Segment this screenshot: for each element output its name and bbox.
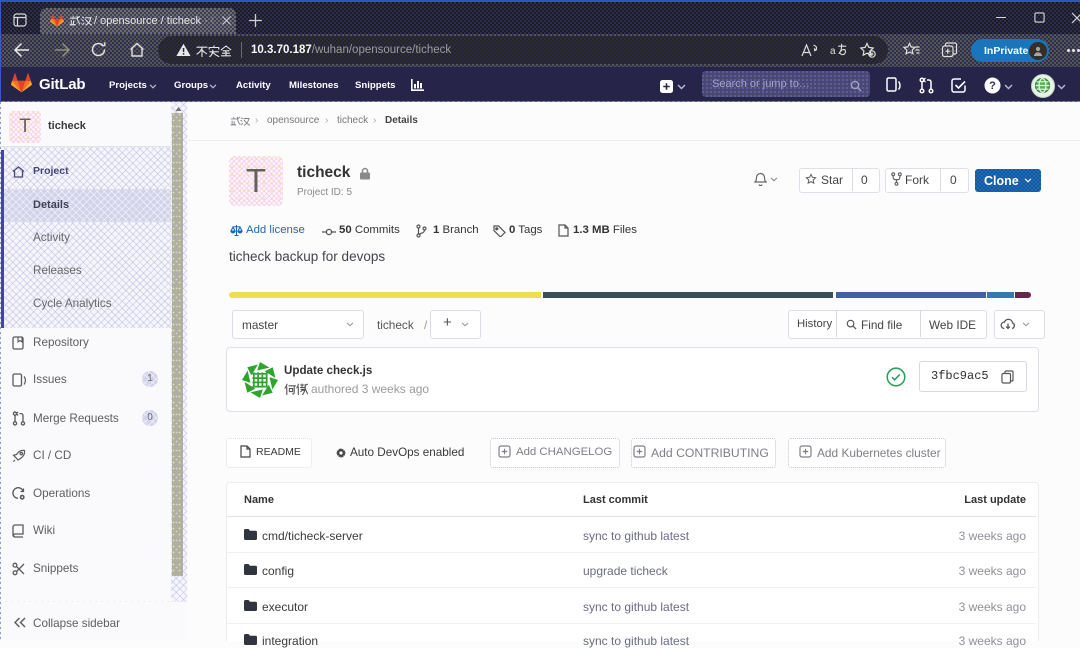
- svg-text:a: a: [830, 46, 836, 57]
- svg-text:?: ?: [989, 80, 996, 92]
